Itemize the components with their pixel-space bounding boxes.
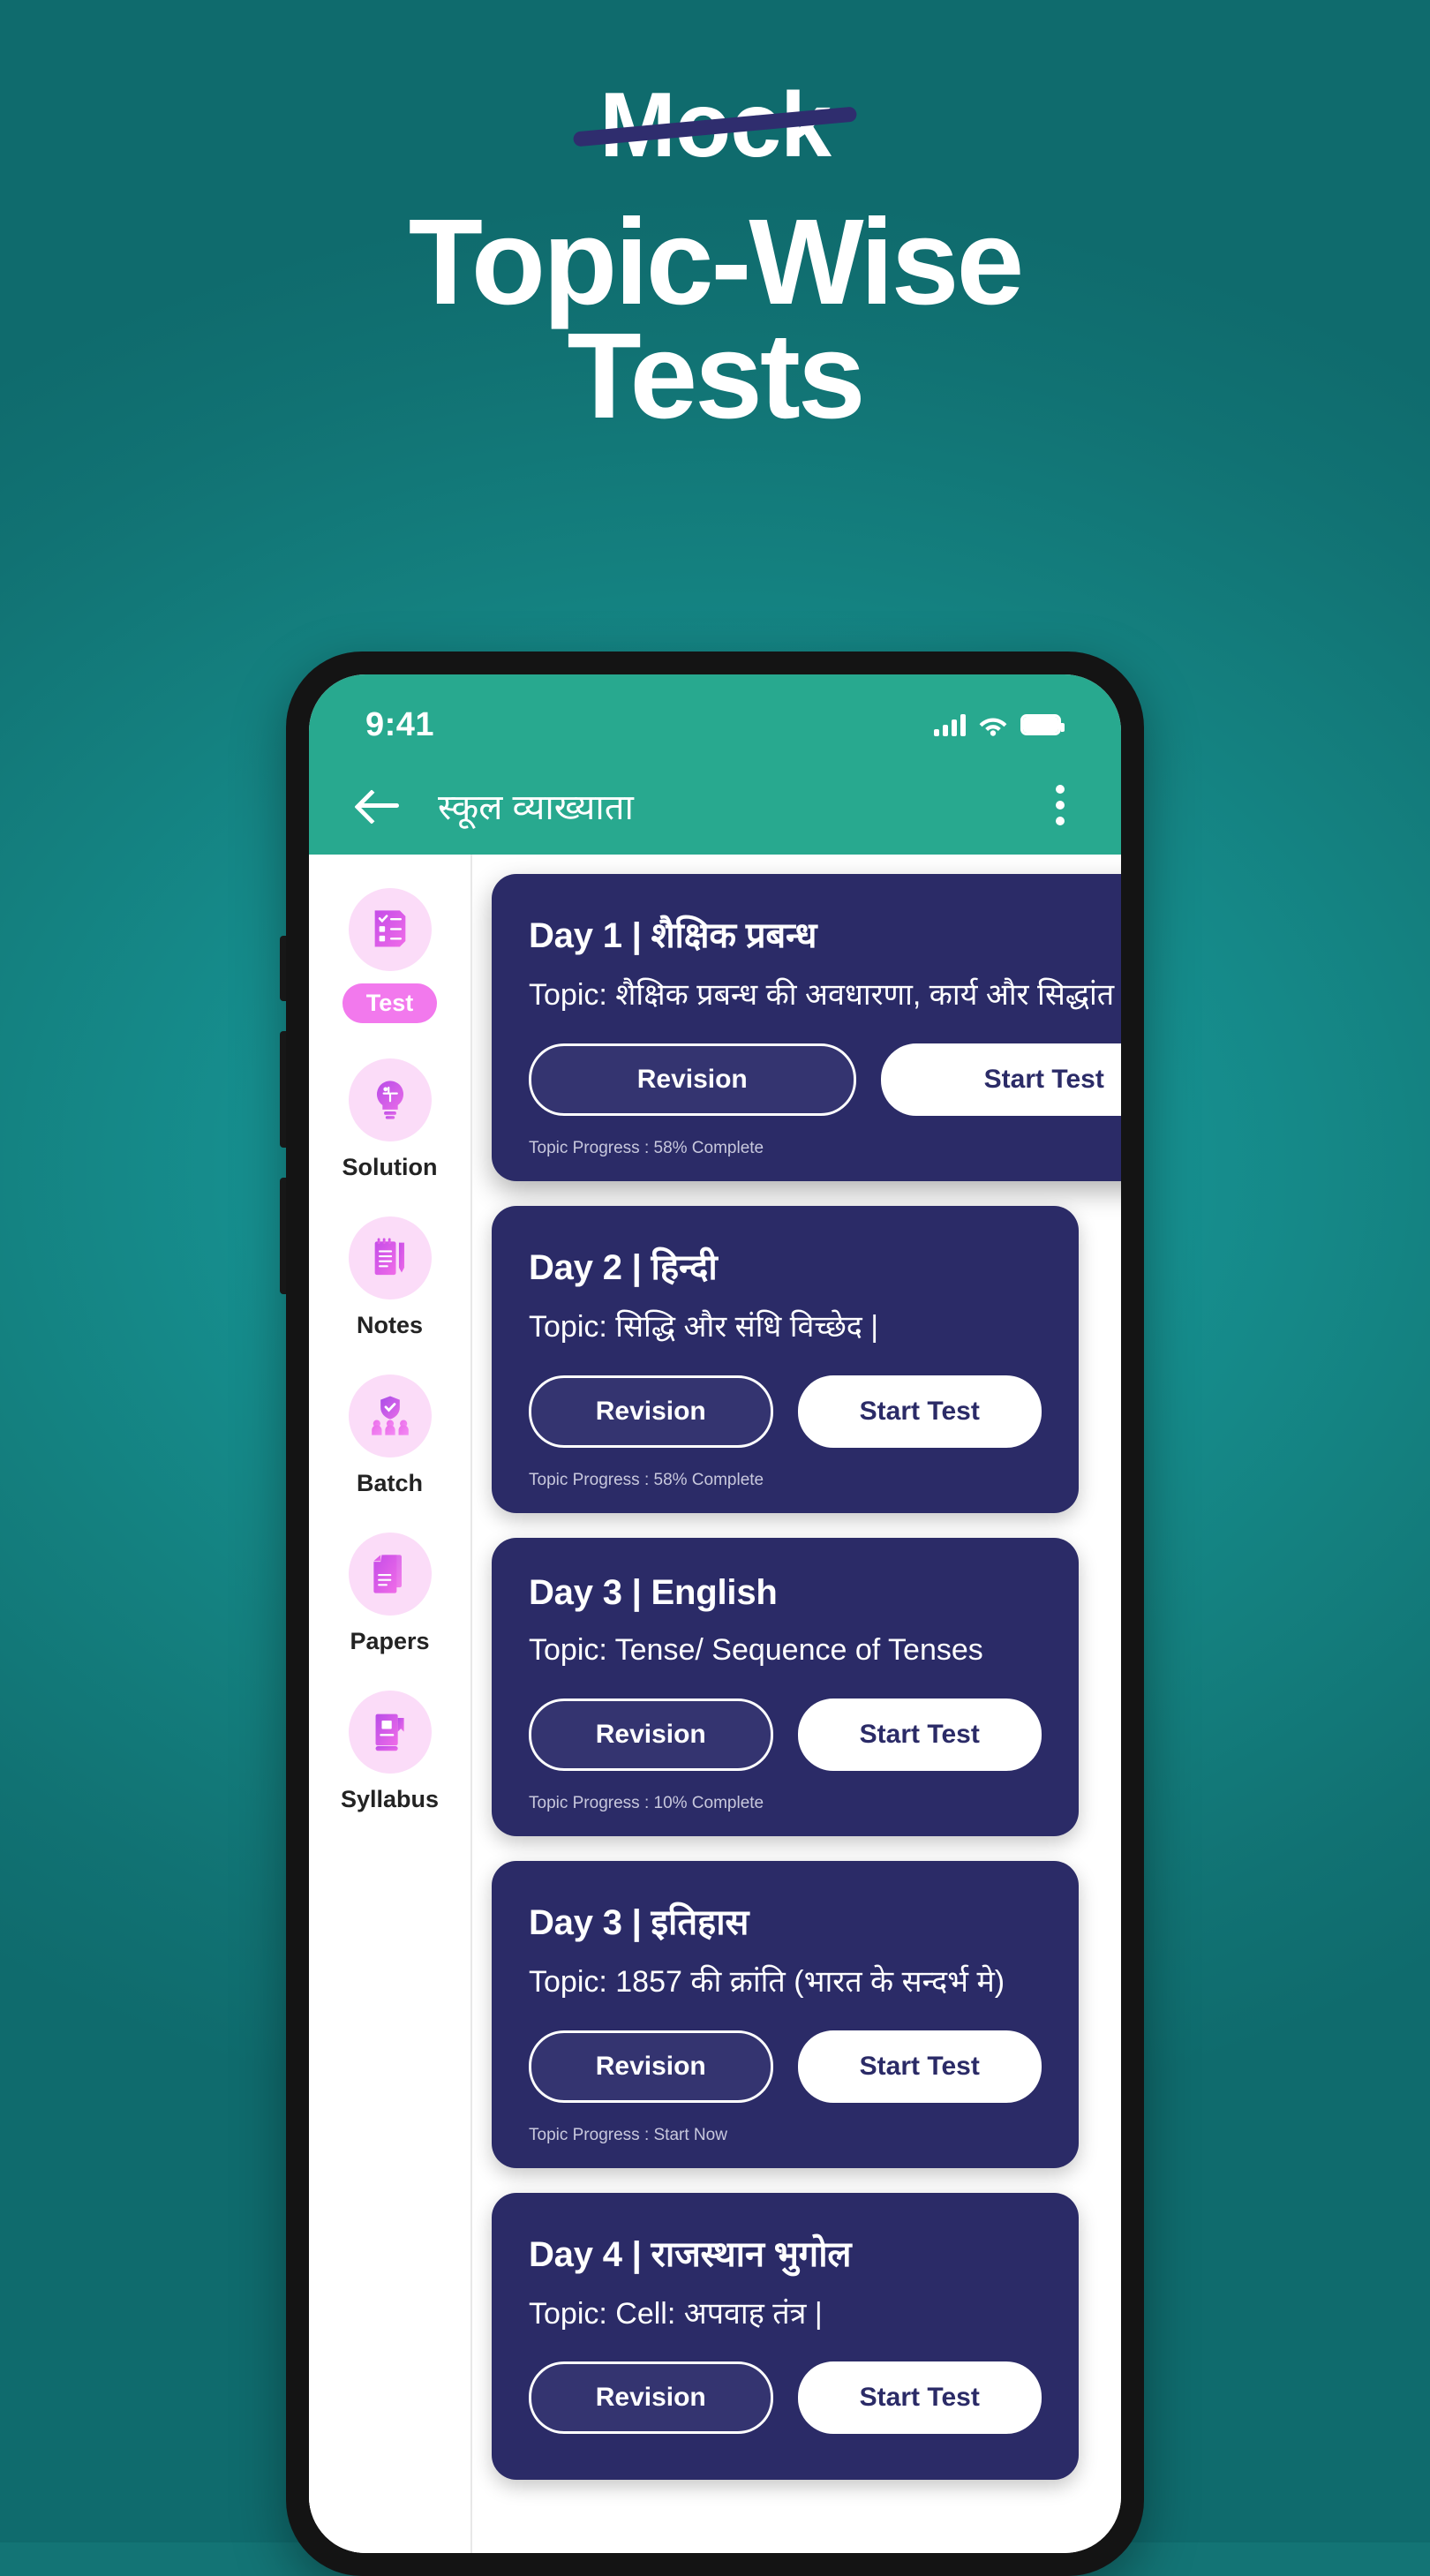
- wifi-icon: [979, 718, 1007, 736]
- headline-line-2: Tests: [567, 307, 865, 444]
- start-test-button[interactable]: Start Test: [797, 1698, 1042, 1771]
- page-title: Topic-Wise Tests: [0, 201, 1430, 444]
- start-test-button[interactable]: Start Test: [797, 2030, 1042, 2103]
- card-actions: Revision Start Test: [529, 1375, 1042, 1448]
- card-topic: Topic: Cell: अपवाह तंत्र |: [529, 2296, 823, 2331]
- notepad-pencil-icon: [348, 1216, 432, 1299]
- card-topic: Topic: 1857 की क्रांति (भारत के सन्दर्भ …: [529, 1964, 1005, 1999]
- mock-strikethrough: Mock: [572, 77, 858, 174]
- sidebar-item-notes[interactable]: Notes: [309, 1216, 470, 1339]
- sidebar-item-label: Solution: [342, 1154, 438, 1180]
- test-card[interactable]: Day 1 | शैक्षिक प्रबन्ध Topic: शैक्षिक प…: [492, 874, 1121, 1181]
- card-title: Day 4 | राजस्थान भुगोल: [529, 2234, 852, 2274]
- sidebar-item-label: Test: [342, 983, 438, 1023]
- card-actions: Revision Start Test: [529, 2361, 1042, 2435]
- start-test-button[interactable]: Start Test: [880, 1043, 1121, 1116]
- sidebar-item-label: Batch: [356, 1470, 423, 1496]
- phone-mockup: 9:41 स्कूल व्याख्याता Test Solution Note…: [280, 652, 1144, 2576]
- phone-volume-button: [280, 1178, 286, 1294]
- status-icons: [934, 713, 1065, 736]
- topic-progress: Topic Progress : 10% Complete: [529, 1793, 764, 1812]
- sidebar-item-syllabus[interactable]: Syllabus: [309, 1691, 470, 1813]
- sidebar-nav: Test Solution Notes Batch Papers Syllabu…: [309, 855, 472, 2553]
- documents-stack-icon: [348, 1533, 432, 1616]
- card-title: Day 2 | हिन्दी: [529, 1247, 718, 1287]
- start-test-button[interactable]: Start Test: [797, 2361, 1042, 2435]
- sidebar-item-label: Papers: [350, 1628, 430, 1654]
- test-card[interactable]: Day 3 | English Topic: Tense/ Sequence o…: [492, 1537, 1079, 1836]
- sidebar-item-papers[interactable]: Papers: [309, 1533, 470, 1655]
- shield-people-icon: [348, 1375, 432, 1457]
- test-card[interactable]: Day 4 | राजस्थान भुगोल Topic: Cell: अपवा…: [492, 2192, 1079, 2481]
- sidebar-item-batch[interactable]: Batch: [309, 1375, 470, 1497]
- app-bar: स्कूल व्याख्याता: [309, 756, 1121, 855]
- sidebar-item-test[interactable]: Test: [309, 888, 470, 1023]
- card-actions: Revision Start Test: [529, 1043, 1121, 1116]
- test-checklist-icon: [348, 888, 432, 971]
- topic-progress: Topic Progress : 58% Complete: [529, 1138, 764, 1157]
- phone-screen: 9:41 स्कूल व्याख्याता Test Solution Note…: [309, 674, 1121, 2553]
- revision-button[interactable]: Revision: [529, 2361, 773, 2435]
- kebab-menu-icon[interactable]: [1050, 780, 1070, 831]
- test-card[interactable]: Day 2 | हिन्दी Topic: सिद्धि और संधि विच…: [492, 1205, 1079, 1513]
- card-title: Day 3 | इतिहास: [529, 1902, 749, 1942]
- card-title: Day 3 | English: [529, 1572, 778, 1612]
- revision-button[interactable]: Revision: [529, 1375, 773, 1448]
- status-bar: 9:41: [309, 674, 1121, 756]
- status-clock: 9:41: [365, 705, 435, 743]
- topic-progress: Topic Progress : Start Now: [529, 2125, 727, 2144]
- start-test-button[interactable]: Start Test: [797, 1375, 1042, 1448]
- hero-headline: Mock Topic-Wise Tests: [0, 77, 1430, 444]
- revision-button[interactable]: Revision: [529, 2030, 773, 2103]
- sidebar-item-label: Syllabus: [340, 1786, 440, 1812]
- card-topic: Topic: शैक्षिक प्रबन्ध की अवधारणा, कार्य…: [529, 978, 1121, 1012]
- revision-button[interactable]: Revision: [529, 1043, 856, 1116]
- card-actions: Revision Start Test: [529, 1698, 1042, 1771]
- book-icon: [348, 1691, 432, 1774]
- card-actions: Revision Start Test: [529, 2030, 1042, 2103]
- lightbulb-puzzle-icon: [348, 1058, 432, 1141]
- test-card-list[interactable]: Day 1 | शैक्षिक प्रबन्ध Topic: शैक्षिक प…: [472, 855, 1121, 2553]
- battery-icon: [1020, 714, 1065, 735]
- sidebar-item-solution[interactable]: Solution: [309, 1058, 470, 1181]
- revision-button[interactable]: Revision: [529, 1698, 773, 1771]
- signal-bars-icon: [934, 713, 966, 736]
- app-bar-title: स्कूल व्याख्याता: [438, 787, 634, 827]
- card-topic: Topic: Tense/ Sequence of Tenses: [529, 1632, 983, 1667]
- sidebar-item-label: Notes: [356, 1312, 423, 1338]
- card-topic: Topic: सिद्धि और संधि विच्छेद |: [529, 1309, 879, 1344]
- topic-progress: Topic Progress : 58% Complete: [529, 1470, 764, 1489]
- back-arrow-icon[interactable]: [358, 787, 404, 823]
- card-title: Day 1 | शैक्षिक प्रबन्ध: [529, 916, 817, 955]
- test-card[interactable]: Day 3 | इतिहास Topic: 1857 की क्रांति (भ…: [492, 1860, 1079, 2168]
- app-body: Test Solution Notes Batch Papers Syllabu…: [309, 855, 1121, 2553]
